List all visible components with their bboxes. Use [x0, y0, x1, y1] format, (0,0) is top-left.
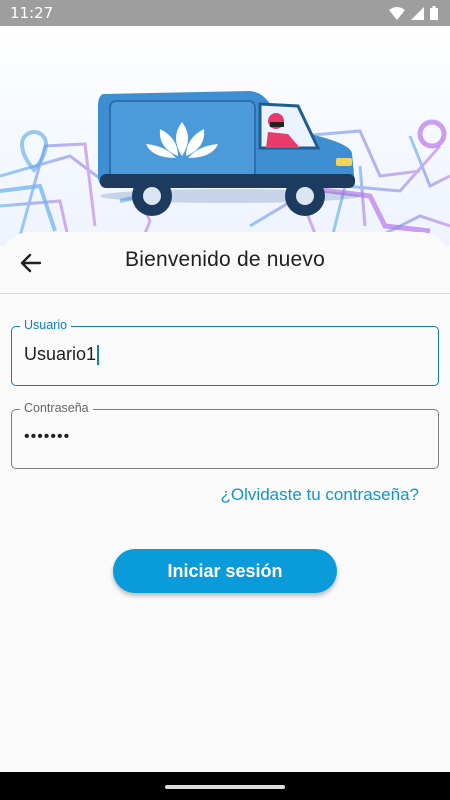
username-field[interactable]: Usuario Usuario1 [11, 318, 439, 386]
login-button[interactable]: Iniciar sesión [113, 549, 337, 593]
home-gesture-handle[interactable] [165, 785, 285, 789]
password-field[interactable]: Contraseña ••••••• [11, 401, 439, 469]
username-value-row: Usuario1 [24, 344, 100, 365]
signal-icon [411, 6, 424, 20]
delivery-van-illustration [0, 26, 450, 246]
username-value: Usuario1 [24, 344, 97, 364]
page-title: Bienvenido de nuevo [125, 248, 325, 271]
forgot-password-link[interactable]: ¿Olvidaste tu contraseña? [221, 485, 419, 505]
status-icons [389, 6, 438, 20]
username-label: Usuario [20, 318, 72, 332]
status-bar: 11:27 [0, 0, 450, 26]
app-bar: Bienvenido de nuevo [0, 232, 450, 294]
status-time: 11:27 [10, 4, 54, 22]
password-label: Contraseña [20, 401, 93, 415]
battery-icon [430, 6, 438, 20]
wifi-icon [389, 6, 405, 20]
login-card: Bienvenido de nuevo Usuario Usuario1 Con… [0, 232, 450, 772]
navigation-bar [0, 772, 450, 800]
password-value: ••••••• [24, 428, 71, 445]
van [98, 91, 360, 216]
text-cursor [97, 344, 100, 365]
